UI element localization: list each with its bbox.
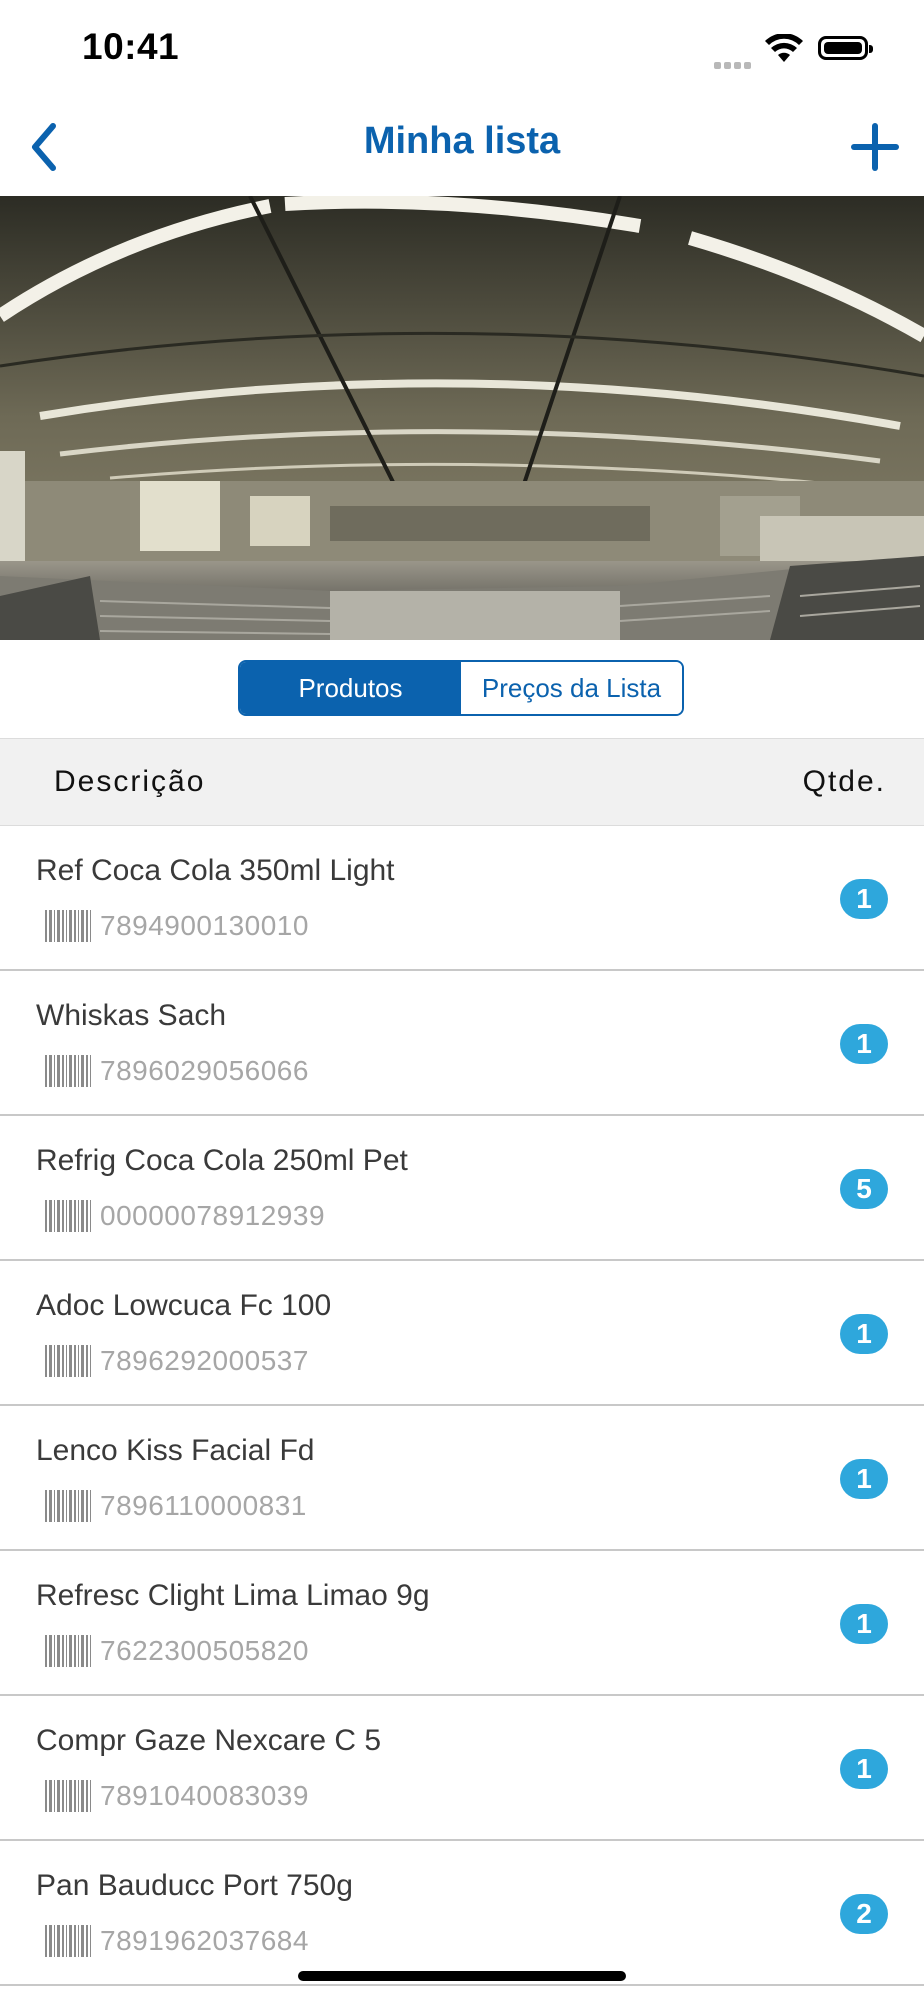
product-name: Adoc Lowcuca Fc 100 [36,1289,332,1322]
product-barcode: 7894900130010 [100,910,309,941]
cellular-signal-icon [714,56,756,69]
product-row[interactable]: Pan Bauducc Port 750g 7891962037684 2 [0,1841,924,1986]
column-header-description: Descrição [54,765,206,798]
product-name: Whiskas Sach [36,999,227,1032]
product-name: Refrig Coca Cola 250ml Pet [36,1144,408,1177]
segment-produtos[interactable]: Produtos [240,662,461,714]
product-barcode: 7896029056066 [100,1055,309,1086]
barcode-icon [45,1780,91,1812]
barcode-icon [45,1635,91,1667]
status-time: 10:41 [82,26,180,67]
product-row[interactable]: Lenco Kiss Facial Fd 7896110000831 1 [0,1406,924,1551]
product-list: Ref Coca Cola 350ml Light 7894900130010 … [0,826,924,1986]
barcode-icon [45,1345,91,1377]
barcode-icon [45,1055,91,1087]
wifi-icon [765,34,803,62]
battery-icon [818,36,873,60]
product-barcode: 00000078912939 [100,1200,326,1231]
quantity-badge: 1 [840,1314,888,1354]
product-name: Lenco Kiss Facial Fd [36,1434,315,1467]
page-title: Minha lista [363,120,561,162]
table-header: Descrição Qtde. [0,738,924,826]
barcode-icon [45,1925,91,1957]
quantity-badge: 1 [840,1749,888,1789]
product-name: Ref Coca Cola 350ml Light [36,854,395,887]
column-header-quantity: Qtde. [802,765,886,798]
navigation-bar: Minha lista [0,98,924,196]
list-cover-photo [0,196,924,640]
product-row[interactable]: Compr Gaze Nexcare C 5 7891040083039 1 [0,1696,924,1841]
product-name: Refresc Clight Lima Limao 9g [36,1579,430,1612]
quantity-badge: 1 [840,879,888,919]
product-name: Compr Gaze Nexcare C 5 [36,1724,382,1757]
product-barcode: 7891040083039 [100,1780,309,1811]
quantity-badge: 1 [840,1459,888,1499]
quantity-badge: 1 [840,1604,888,1644]
product-name: Pan Bauducc Port 750g [36,1869,353,1902]
barcode-icon [45,1490,91,1522]
product-row[interactable]: Refresc Clight Lima Limao 9g 76223005058… [0,1551,924,1696]
product-barcode: 7622300505820 [100,1635,309,1666]
product-row[interactable]: Adoc Lowcuca Fc 100 7896292000537 1 [0,1261,924,1406]
status-bar: 10:41 [0,0,924,98]
product-row[interactable]: Refrig Coca Cola 250ml Pet 0000007891293… [0,1116,924,1261]
barcode-icon [45,910,91,942]
plus-icon [851,123,899,171]
product-barcode: 7896292000537 [100,1345,309,1376]
segmented-control: Produtos Preços da Lista [238,660,684,716]
add-item-button[interactable] [840,112,910,182]
quantity-badge: 1 [840,1024,888,1064]
barcode-icon [45,1200,91,1232]
quantity-badge: 5 [840,1169,888,1209]
home-indicator[interactable] [298,1971,626,1981]
product-barcode: 7896110000831 [100,1490,307,1521]
product-row[interactable]: Ref Coca Cola 350ml Light 7894900130010 … [0,826,924,971]
segment-precos-da-lista[interactable]: Preços da Lista [461,662,682,714]
product-barcode: 7891962037684 [100,1925,309,1956]
product-row[interactable]: Whiskas Sach 7896029056066 1 [0,971,924,1116]
quantity-badge: 2 [840,1894,888,1934]
